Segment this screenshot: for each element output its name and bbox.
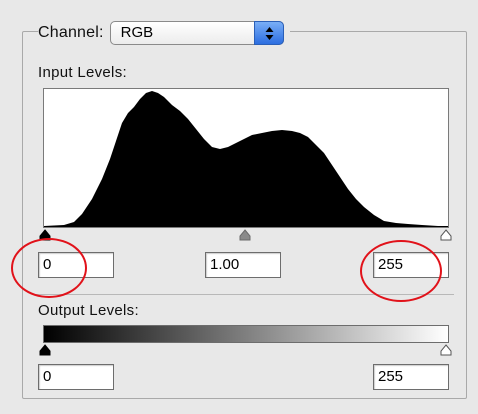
channel-row: Channel: RGB [38, 20, 290, 46]
output-levels-label: Output Levels: [38, 302, 139, 319]
output-levels-slider[interactable] [39, 344, 452, 356]
output-white-field[interactable]: 255 [373, 364, 449, 390]
input-levels-label: Input Levels: [38, 64, 127, 81]
output-black-field[interactable]: 0 [38, 364, 114, 390]
histogram-plot [44, 91, 448, 227]
output-gradient-bar [43, 325, 449, 343]
annotation-circle-white-input [360, 240, 442, 302]
input-gamma-field[interactable]: 1.00 [205, 252, 281, 278]
channel-popup[interactable]: RGB [109, 21, 284, 45]
channel-selected-value: RGB [120, 24, 154, 41]
annotation-circle-black-input [11, 238, 87, 298]
channel-label: Channel: [38, 24, 104, 41]
histogram [43, 88, 449, 228]
gamma-slider [239, 229, 251, 241]
input-levels-slider[interactable] [39, 229, 452, 241]
up-down-arrows-icon[interactable] [253, 21, 284, 45]
